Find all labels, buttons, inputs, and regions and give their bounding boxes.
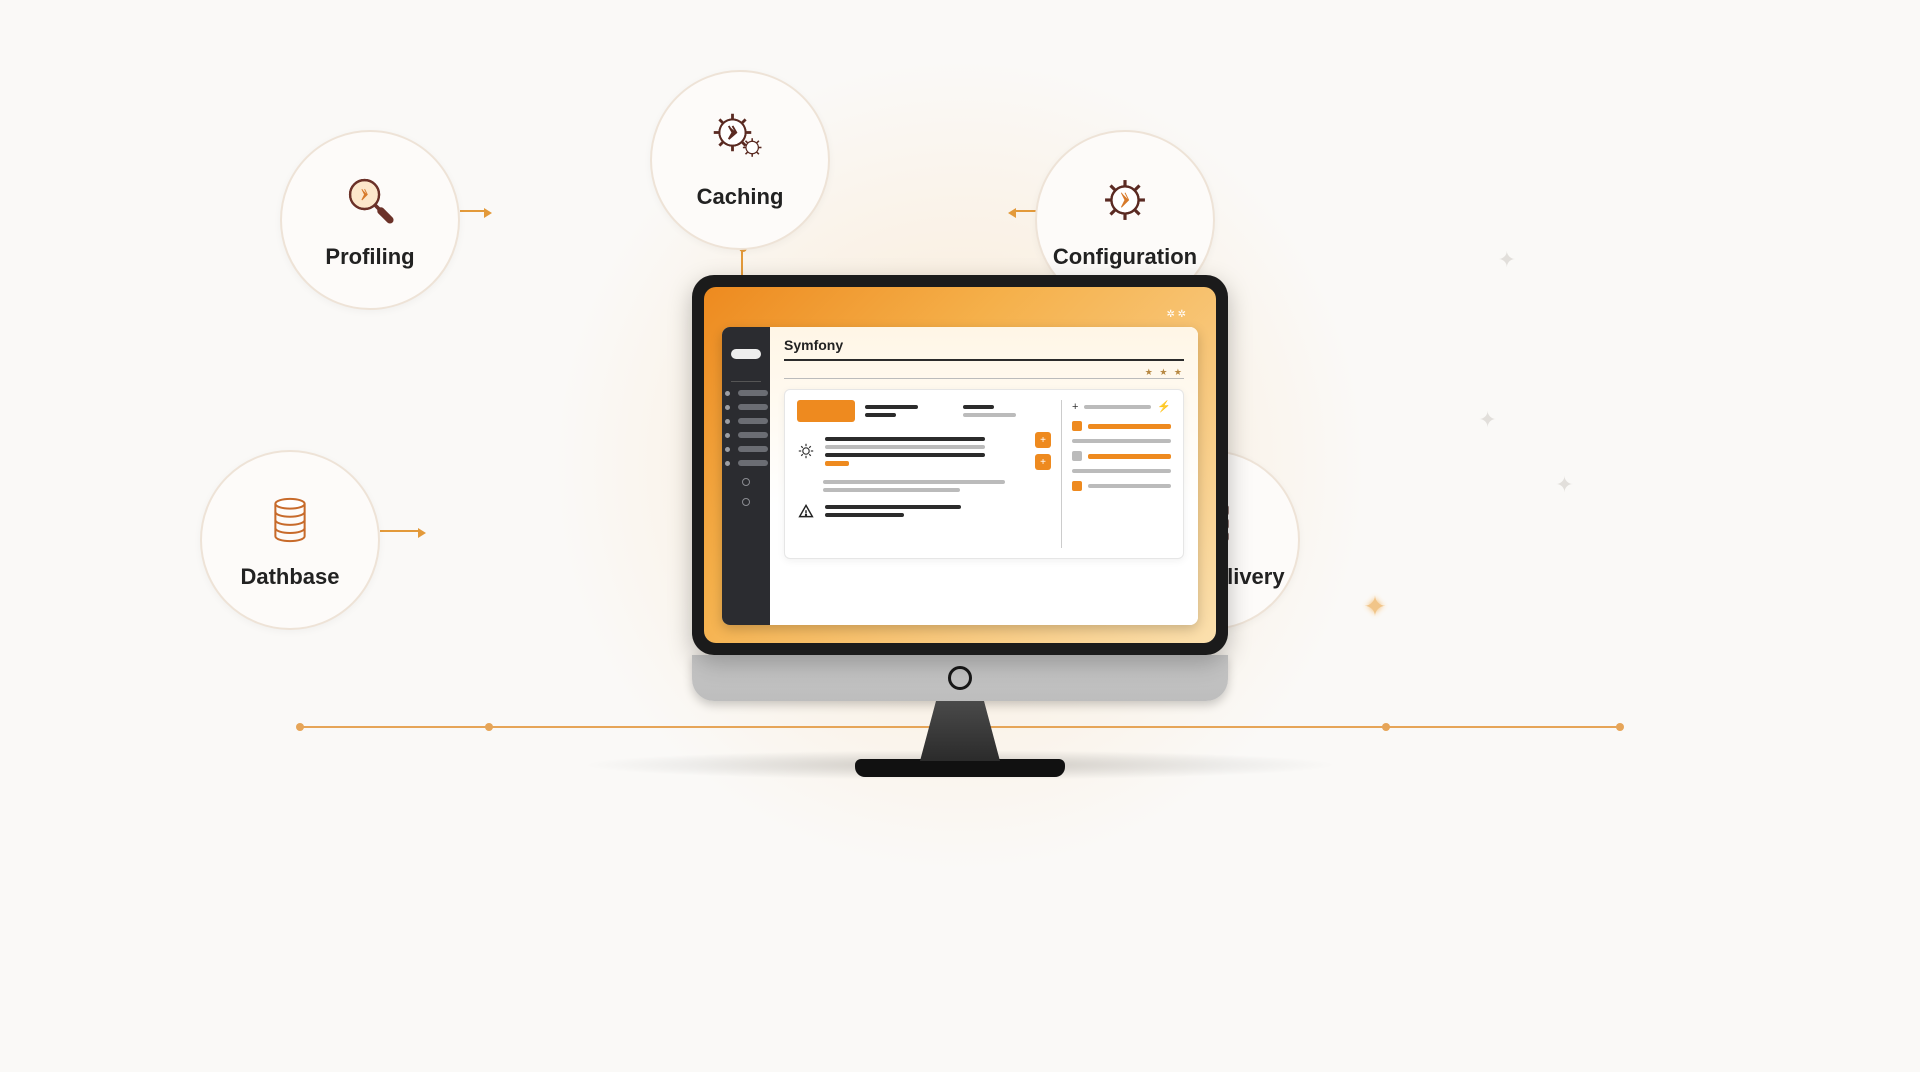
monitor-screen: ✲ ✲ Symfony ★ ★ ★ (704, 287, 1216, 643)
app-title: Symfony (784, 337, 843, 353)
panel-right-col: +⚡ (1061, 400, 1171, 548)
node-label: Caching (697, 184, 784, 210)
connector-line (741, 248, 743, 278)
square-icon (1072, 481, 1082, 491)
square-icon (1072, 421, 1082, 431)
node-profiling: Profiling (280, 130, 460, 310)
sidebar-dot-icon (725, 461, 730, 466)
square-icon (1072, 451, 1082, 461)
sidebar-item (738, 418, 768, 424)
sidebar-circle-icon (742, 498, 750, 506)
sparkle-faint-icon: ✦ (1498, 247, 1516, 273)
os-window-controls: ✲ ✲ (1166, 309, 1186, 320)
monitor-chin (692, 655, 1228, 701)
sidebar-dot-icon (725, 447, 730, 452)
node-label: Dathbase (240, 564, 339, 590)
app-main: Symfony ★ ★ ★ + + (770, 327, 1198, 625)
sidebar-logo (731, 349, 761, 359)
node-label: Profiling (325, 244, 414, 270)
sidebar-circle-icon (742, 478, 750, 486)
plus-icon: + (1072, 401, 1078, 413)
gear-icon (1095, 170, 1155, 230)
sun-icon (797, 442, 815, 460)
sparkle-icon: ✦ (1363, 590, 1386, 623)
monitor-neck (920, 701, 1000, 761)
home-button-icon (948, 666, 972, 690)
sparkle-faint-icon: ✦ (1478, 407, 1496, 433)
sidebar-item (738, 460, 768, 466)
sidebar-dot-icon (725, 391, 730, 396)
database-icon (260, 490, 320, 550)
content-panel: + + +⚡ (784, 389, 1184, 559)
magnifier-icon (340, 170, 400, 230)
panel-left-col: + + (797, 400, 1051, 548)
node-caching: Caching (650, 70, 830, 250)
bolt-icon: ⚡ (1157, 400, 1171, 413)
monitor-bezel: ✲ ✲ Symfony ★ ★ ★ (692, 275, 1228, 655)
gears-icon (710, 110, 770, 170)
sidebar-item (738, 404, 768, 410)
node-label: Configuration (1053, 244, 1197, 270)
sidebar-item (738, 432, 768, 438)
rating-stars-icon: ★ ★ ★ (1145, 367, 1184, 378)
app-window: Symfony ★ ★ ★ + + (722, 327, 1198, 625)
primary-button (797, 400, 855, 422)
monitor-foot (855, 759, 1065, 777)
app-sidebar (722, 327, 770, 625)
sidebar-item (738, 390, 768, 396)
sidebar-dot-icon (725, 419, 730, 424)
monitor: ✲ ✲ Symfony ★ ★ ★ (692, 275, 1228, 777)
sidebar-dot-icon (725, 405, 730, 410)
connector-line (460, 210, 486, 212)
sidebar-item (738, 446, 768, 452)
sparkle-faint-icon: ✦ (1555, 472, 1573, 498)
connector-line (380, 530, 420, 532)
add-chip-icon: + (1035, 454, 1051, 470)
node-database: Dathbase (200, 450, 380, 630)
warning-triangle-icon (797, 502, 815, 520)
add-chip-icon: + (1035, 432, 1051, 448)
sidebar-dot-icon (725, 433, 730, 438)
